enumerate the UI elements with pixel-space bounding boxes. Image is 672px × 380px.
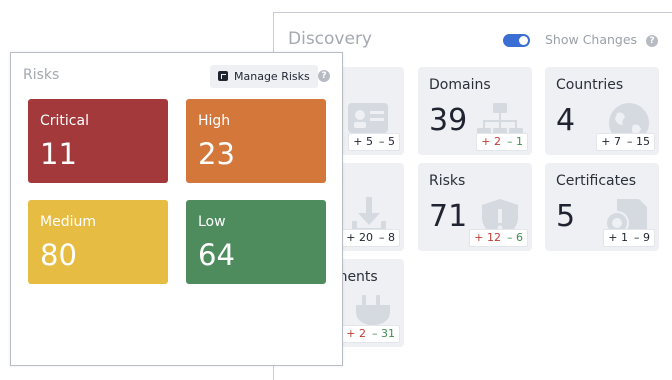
card-label: Risks	[429, 173, 466, 189]
card-certificates[interactable]: Certificates 5 + 1 – 9	[545, 163, 659, 251]
show-changes-toggle[interactable]	[503, 34, 530, 47]
card-countries[interactable]: Countries 4 + 7 – 15	[545, 67, 659, 155]
removed-count: – 9	[634, 231, 650, 244]
card-label: Certificates	[556, 173, 637, 189]
severity-count: 80	[40, 238, 77, 272]
change-badge: + 2 – 1	[476, 133, 528, 151]
severity-medium[interactable]: Medium 80	[28, 200, 168, 284]
help-icon[interactable]: ?	[646, 35, 658, 47]
removed-count: – 5	[379, 135, 395, 148]
card-value: 71	[429, 199, 468, 234]
added-count: + 5	[353, 135, 373, 148]
manage-risks-button[interactable]: Manage Risks	[210, 65, 318, 88]
change-badge: + 7 – 15	[596, 133, 655, 151]
removed-count: – 8	[379, 231, 395, 244]
card-label: Countries	[556, 77, 624, 93]
card-risks[interactable]: Risks 71 + 12 – 6	[418, 163, 532, 251]
severity-label: High	[198, 113, 231, 129]
change-badge: + 2 – 31	[341, 325, 400, 343]
help-icon[interactable]: ?	[318, 70, 330, 82]
severity-high[interactable]: High 23	[186, 99, 326, 183]
severity-count: 64	[198, 238, 235, 272]
card-value: 39	[429, 103, 468, 138]
card-value: 5	[556, 199, 576, 234]
added-count: + 1	[608, 231, 628, 244]
card-label: Domains	[429, 77, 491, 93]
change-badge: + 12 – 6	[469, 229, 528, 247]
change-badge: + 1 – 9	[603, 229, 655, 247]
added-count: + 7	[601, 135, 621, 148]
manage-icon	[218, 71, 228, 81]
change-badge: + 20 – 8	[341, 229, 400, 247]
card-value: 4	[556, 103, 576, 138]
added-count: + 20	[346, 231, 373, 244]
severity-label: Medium	[40, 214, 96, 230]
show-changes-label: Show Changes	[545, 32, 638, 47]
discovery-title: Discovery	[288, 29, 372, 49]
severity-label: Critical	[40, 113, 89, 129]
severity-low[interactable]: Low 64	[186, 200, 326, 284]
change-badge: + 5 – 5	[348, 133, 400, 151]
removed-count: – 1	[507, 135, 523, 148]
severity-count: 23	[198, 137, 235, 171]
severity-count: 11	[40, 137, 77, 171]
manage-risks-label: Manage Risks	[234, 70, 310, 83]
removed-count: – 6	[507, 231, 523, 244]
added-count: + 2	[346, 327, 366, 340]
severity-critical[interactable]: Critical 11	[28, 99, 168, 183]
added-count: + 12	[474, 231, 501, 244]
removed-count: – 15	[627, 135, 650, 148]
card-domains[interactable]: Domains 39 + 2 – 1	[418, 67, 532, 155]
added-count: + 2	[481, 135, 501, 148]
risks-title: Risks	[23, 67, 60, 83]
risks-panel: Risks Manage Risks ? Critical 11 High 23…	[10, 52, 343, 366]
toggle-knob	[519, 36, 528, 45]
severity-label: Low	[198, 214, 226, 230]
removed-count: – 31	[372, 327, 395, 340]
